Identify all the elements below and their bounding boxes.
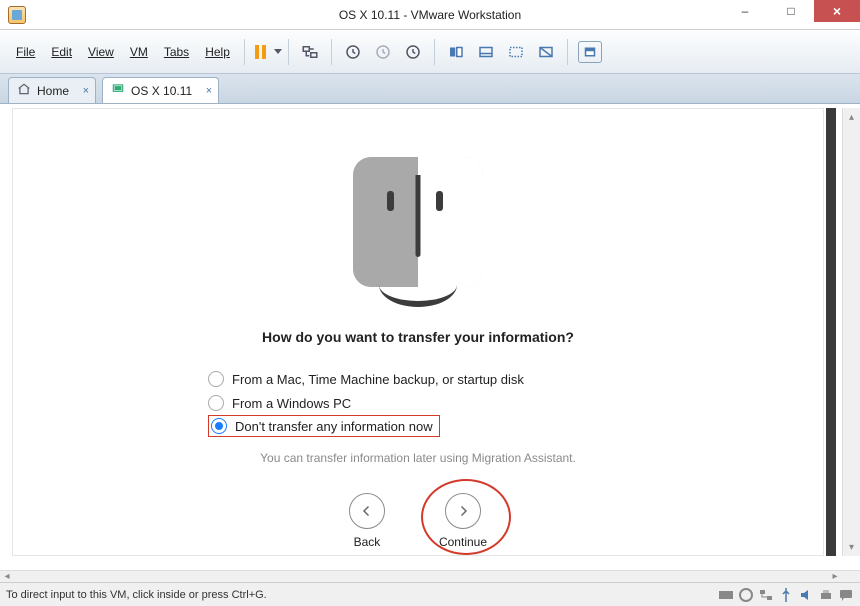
view-unity-icon[interactable] <box>535 41 557 63</box>
migration-options: From a Mac, Time Machine backup, or star… <box>208 367 628 437</box>
tab-label: Home <box>37 84 69 98</box>
home-icon <box>17 82 31 99</box>
cd-icon[interactable] <box>738 587 754 603</box>
network-icon[interactable] <box>758 587 774 603</box>
radio-icon[interactable] <box>208 395 224 411</box>
horizontal-scrollbar[interactable]: ◂ ▸ <box>0 570 860 582</box>
snapshot-revert-icon[interactable] <box>372 41 394 63</box>
menu-view[interactable]: View <box>80 41 122 63</box>
vm-viewport[interactable]: ↖ How do you want to transfer your infor… <box>0 104 860 566</box>
sound-icon[interactable] <box>798 587 814 603</box>
menu-tabs[interactable]: Tabs <box>156 41 197 63</box>
view-fullscreen-icon[interactable] <box>505 41 527 63</box>
continue-button[interactable]: Continue <box>439 493 487 549</box>
view-single-icon[interactable] <box>475 41 497 63</box>
library-toggle-icon[interactable] <box>578 41 602 63</box>
pause-button[interactable] <box>255 45 282 59</box>
statusbar: To direct input to this VM, click inside… <box>0 582 860 606</box>
migration-prompt: How do you want to transfer your informa… <box>13 329 823 345</box>
tab-close-icon[interactable]: × <box>83 85 89 97</box>
window-maximize-button[interactable]: □ <box>768 0 814 22</box>
tab-home[interactable]: Home × <box>8 77 96 103</box>
status-hint: To direct input to this VM, click inside… <box>6 589 267 601</box>
app-icon <box>8 6 26 24</box>
window-title: OS X 10.11 - VMware Workstation <box>339 8 521 22</box>
radio-icon[interactable] <box>211 418 227 434</box>
option-from-windows[interactable]: From a Windows PC <box>208 391 628 415</box>
back-label: Back <box>354 535 381 549</box>
option-label: From a Windows PC <box>232 396 351 411</box>
migration-helper-text: You can transfer information later using… <box>13 451 823 465</box>
tab-close-icon[interactable]: × <box>206 85 212 97</box>
scroll-down-icon[interactable]: ▾ <box>843 538 860 556</box>
nav-buttons: Back Continue <box>13 493 823 549</box>
snapshot-manager-icon[interactable] <box>402 41 424 63</box>
usb-icon[interactable] <box>778 587 794 603</box>
scroll-right-icon[interactable]: ▸ <box>828 571 842 582</box>
scroll-left-icon[interactable]: ◂ <box>0 571 14 582</box>
status-device-icons <box>718 587 854 603</box>
finder-face-logo <box>13 157 823 305</box>
tab-label: OS X 10.11 <box>131 84 192 98</box>
radio-icon[interactable] <box>208 371 224 387</box>
toolbar-separator <box>331 39 332 65</box>
vm-screen[interactable]: ↖ How do you want to transfer your infor… <box>12 108 824 556</box>
option-from-mac[interactable]: From a Mac, Time Machine backup, or star… <box>208 367 628 391</box>
view-console-icon[interactable] <box>445 41 467 63</box>
arrow-left-icon <box>349 493 385 529</box>
option-label: From a Mac, Time Machine backup, or star… <box>232 372 524 387</box>
toolbar-separator <box>434 39 435 65</box>
toolbar-separator <box>567 39 568 65</box>
disk-icon[interactable] <box>718 587 734 603</box>
tabstrip: Home × OS X 10.11 × <box>0 74 860 104</box>
snapshot-take-icon[interactable] <box>342 41 364 63</box>
tab-osx[interactable]: OS X 10.11 × <box>102 77 219 103</box>
menu-edit[interactable]: Edit <box>43 41 80 63</box>
toolbar-separator <box>288 39 289 65</box>
send-ctrl-alt-del-icon[interactable] <box>299 41 321 63</box>
menu-help[interactable]: Help <box>197 41 238 63</box>
menu-file[interactable]: File <box>8 41 43 63</box>
vertical-scrollbar[interactable]: ▴ ▾ <box>842 108 860 556</box>
window-titlebar: OS X 10.11 - VMware Workstation – □ × <box>0 0 860 30</box>
option-dont-transfer[interactable]: Don't transfer any information now <box>208 415 440 437</box>
window-controls: – □ × <box>722 0 860 22</box>
dropdown-arrow-icon[interactable] <box>274 49 282 54</box>
window-minimize-button[interactable]: – <box>722 0 768 22</box>
arrow-right-icon <box>445 493 481 529</box>
window-close-button[interactable]: × <box>814 0 860 22</box>
message-icon[interactable] <box>838 587 854 603</box>
option-label: Don't transfer any information now <box>235 419 433 434</box>
menubar: File Edit View VM Tabs Help <box>0 30 860 74</box>
continue-label: Continue <box>439 535 487 549</box>
printer-icon[interactable] <box>818 587 834 603</box>
menu-vm[interactable]: VM <box>122 41 156 63</box>
vm-icon <box>111 82 125 99</box>
pause-icon <box>255 45 266 59</box>
scroll-up-icon[interactable]: ▴ <box>843 108 860 126</box>
toolbar-separator <box>244 39 245 65</box>
back-button[interactable]: Back <box>349 493 385 549</box>
vm-black-border <box>826 108 836 556</box>
